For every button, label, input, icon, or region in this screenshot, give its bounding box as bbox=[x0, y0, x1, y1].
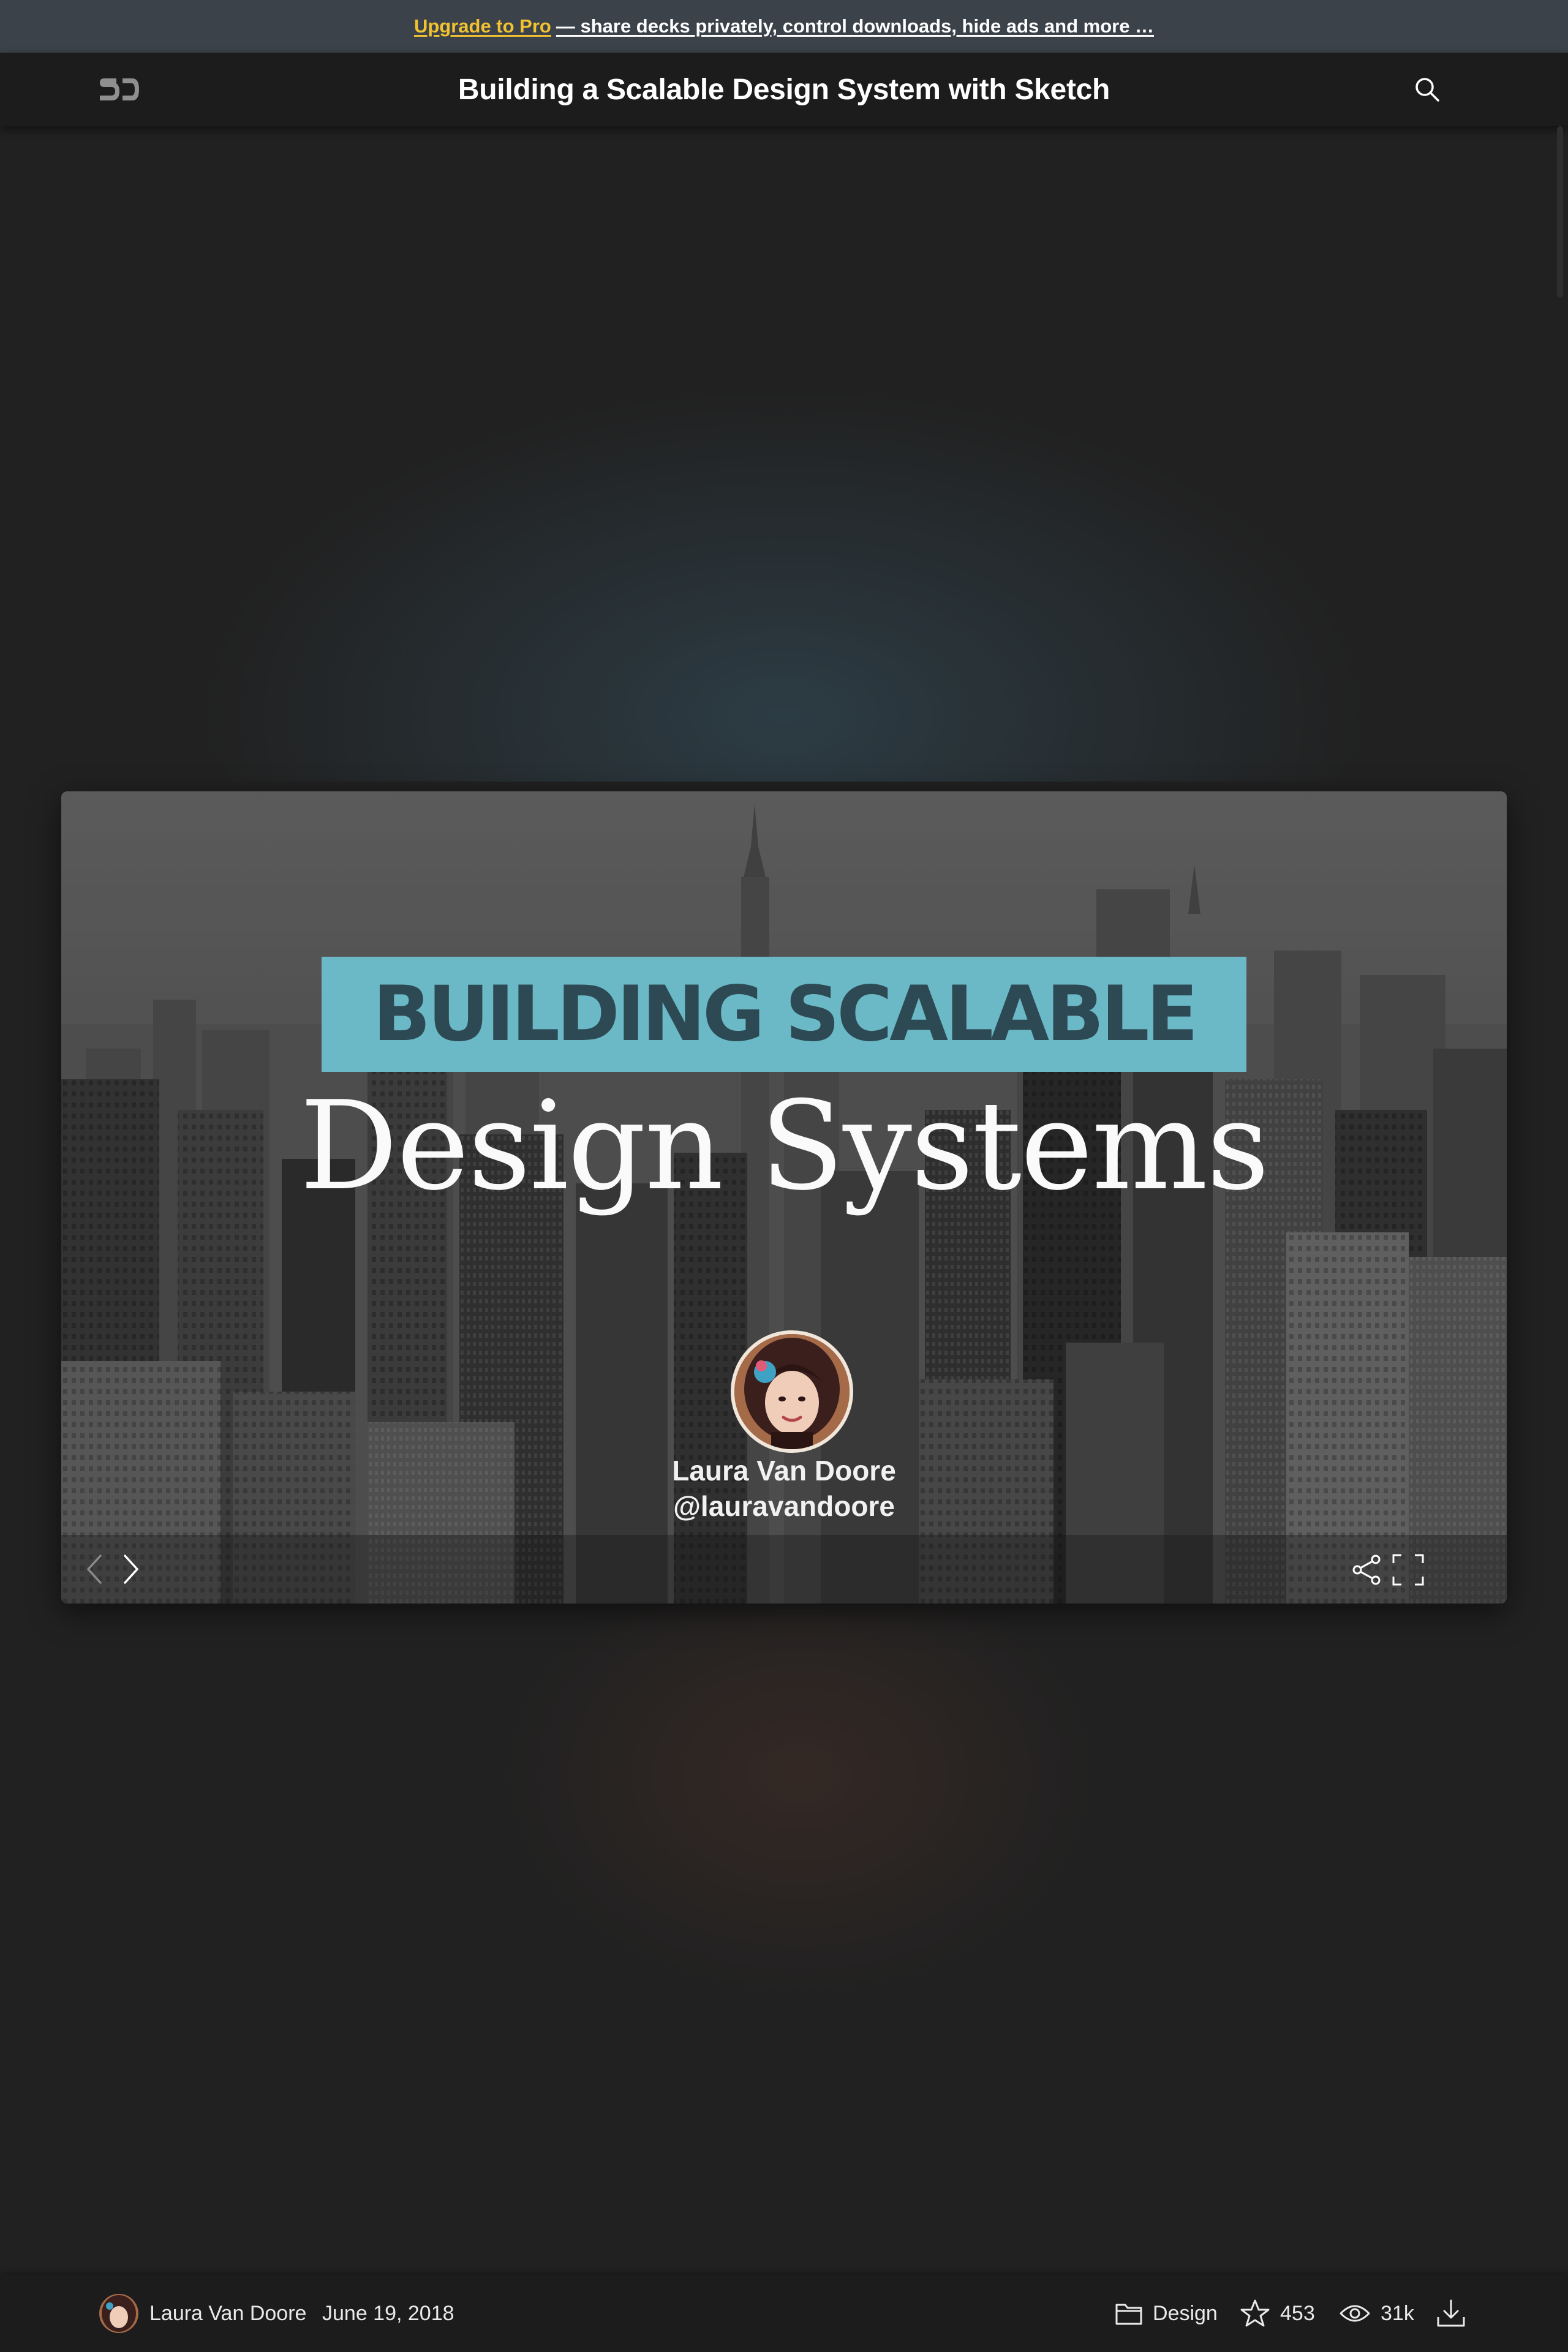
author-avatar[interactable] bbox=[99, 2294, 138, 2333]
view-count-label: 31k bbox=[1381, 2301, 1414, 2325]
slide-heading: Design Systems bbox=[300, 1075, 1269, 1218]
download-icon bbox=[1437, 2299, 1465, 2327]
deck-title: Building a Scalable Design System with S… bbox=[458, 73, 1110, 106]
player-controls bbox=[61, 1535, 1507, 1604]
search-icon[interactable] bbox=[1414, 76, 1441, 103]
chevron-left-icon[interactable] bbox=[82, 1552, 107, 1586]
deck-footer: Laura Van Doore June 19, 2018 Design 453… bbox=[0, 2275, 1568, 2352]
category-label: Design bbox=[1153, 2301, 1218, 2325]
star-count-label: 453 bbox=[1280, 2301, 1315, 2325]
author-link[interactable]: Laura Van Doore bbox=[149, 2275, 306, 2352]
top-navigation: Building a Scalable Design System with S… bbox=[0, 53, 1568, 126]
slide-player[interactable]: BUILDING SCALABLE Design Systems Laura V… bbox=[61, 791, 1507, 1604]
speaker-portrait bbox=[731, 1330, 853, 1453]
star-icon bbox=[1240, 2299, 1270, 2327]
upgrade-to-pro-link[interactable]: Upgrade to Pro bbox=[414, 15, 551, 37]
fullscreen-icon[interactable] bbox=[1392, 1553, 1425, 1586]
share-icon[interactable] bbox=[1350, 1553, 1383, 1586]
upgrade-message-link[interactable]: — share decks privately, control downloa… bbox=[556, 15, 1154, 37]
download-button[interactable] bbox=[1436, 2275, 1466, 2352]
eye-icon bbox=[1340, 2305, 1370, 2322]
slide-speaker-name: Laura Van Doore bbox=[672, 1455, 896, 1487]
star-count[interactable]: 453 bbox=[1240, 2275, 1315, 2352]
ambient-glow-top bbox=[0, 126, 1568, 782]
category-link[interactable]: Design bbox=[1115, 2275, 1218, 2352]
ambient-glow-bottom bbox=[0, 1605, 1568, 2285]
slide-band-text: BUILDING SCALABLE bbox=[372, 970, 1199, 1058]
publish-date: June 19, 2018 bbox=[322, 2301, 454, 2325]
chevron-right-icon[interactable] bbox=[119, 1552, 143, 1586]
upgrade-banner: Upgrade to Pro — share decks privately, … bbox=[0, 0, 1568, 53]
slide-speaker-handle: @lauravandoore bbox=[673, 1490, 895, 1522]
view-count: 31k bbox=[1339, 2275, 1414, 2352]
folder-icon bbox=[1115, 2304, 1142, 2325]
slide-title-band: BUILDING SCALABLE bbox=[322, 957, 1246, 1072]
